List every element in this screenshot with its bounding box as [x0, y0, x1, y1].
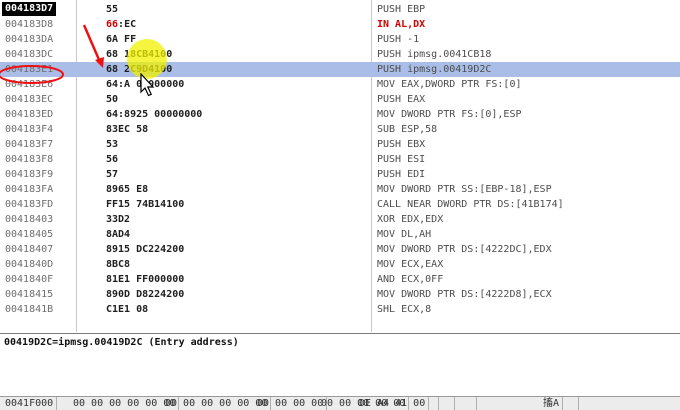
code-row[interactable]: 00418403 33D2 XOR EDX,EDX	[0, 212, 680, 227]
info-pane: 00419D2C=ipmsg.00419D2C (Entry address)	[0, 333, 680, 396]
row-hex-bytes: C1E1 08	[106, 304, 149, 315]
row-address: 004183F9	[5, 169, 54, 180]
row-instruction: PUSH EBX	[377, 139, 426, 150]
row-hex-bytes: 68 18CB4100	[106, 49, 173, 60]
row-address: 00418405	[5, 229, 54, 240]
code-row[interactable]: 004183F8 56 PUSH ESI	[0, 152, 680, 167]
dump-cell	[432, 397, 439, 410]
dump-cell: DE A4 41 00	[356, 397, 430, 410]
row-hex-bytes: 8BC8	[106, 259, 131, 270]
row-address: 0041840D	[5, 259, 54, 270]
info-text: 00419D2C=ipmsg.00419D2C (Entry address)	[4, 337, 239, 348]
row-instruction: MOV DWORD PTR FS:[0],ESP	[377, 109, 522, 120]
row-instruction: PUSH ipmsg.00419D2C	[377, 64, 492, 75]
row-instruction: MOV ECX,EAX	[377, 259, 444, 270]
code-row[interactable]: 004183ED 64:8925 00000000 MOV DWORD PTR FS…	[0, 107, 680, 122]
hex-dump-bar[interactable]: 0041F000 00 00 00 00 00 00 00 00 00 00 00 …	[0, 396, 680, 410]
row-address: 004183D8	[5, 19, 54, 30]
row-hex-bytes: 8AD4	[106, 229, 131, 240]
row-address: 004183D7	[2, 2, 57, 16]
row-hex-prefix: 66	[106, 19, 119, 30]
row-instruction: PUSH EDI	[377, 169, 426, 180]
row-address: 004183DC	[5, 49, 54, 60]
row-hex-bytes: FF15 74B14100	[106, 199, 185, 210]
code-row[interactable]: 00418407 8915 DC224200 MOV DWORD PTR DS:[4…	[0, 242, 680, 257]
row-address: 004183FD	[5, 199, 54, 210]
mouse-pointer-icon	[140, 73, 155, 97]
row-address: 004183F8	[5, 154, 54, 165]
row-instruction: PUSH EAX	[377, 94, 426, 105]
code-row[interactable]: 004183D7 55 PUSH EBP	[0, 2, 680, 17]
row-instruction: PUSH ipmsg.0041CB18	[377, 49, 492, 60]
code-row[interactable]: 004183E1 68 2C9D4100 PUSH ipmsg.00419D2C	[0, 62, 680, 77]
code-row[interactable]: 0041841B C1E1 08 SHL ECX,8	[0, 302, 680, 317]
row-instruction: AND ECX,0FF	[377, 274, 444, 285]
code-row[interactable]: 00418405 8AD4 MOV DL,AH	[0, 227, 680, 242]
row-instruction: CALL NEAR DWORD PTR DS:[41B174]	[377, 199, 564, 210]
row-address: 004183F4	[5, 124, 54, 135]
row-address: 00418407	[5, 244, 54, 255]
row-address: 0041840F	[5, 274, 54, 285]
code-row[interactable]: 004183EC 50 PUSH EAX	[0, 92, 680, 107]
row-hex-bytes: 66:EC	[106, 17, 136, 32]
row-hex-bytes: 50	[106, 94, 119, 105]
row-address: 004183FA	[5, 184, 54, 195]
code-row[interactable]: 004183F9 57 PUSH EDI	[0, 167, 680, 182]
row-instruction: MOV EAX,DWORD PTR FS:[0]	[377, 79, 522, 90]
row-hex-rest: :EC	[118, 19, 137, 30]
disassembly-pane[interactable]: 004183D7 55 PUSH EBP 004183D8 66:EC IN AL,DX 0…	[0, 0, 680, 332]
row-instruction: XOR EDX,EDX	[377, 214, 444, 225]
code-row[interactable]: 004183F7 53 PUSH EBX	[0, 137, 680, 152]
row-instruction: SHL ECX,8	[377, 304, 432, 315]
row-instruction: PUSH -1	[377, 34, 420, 45]
code-row[interactable]: 004183DC 68 18CB4100 PUSH ipmsg.0041CB18	[0, 47, 680, 62]
row-address: 004183ED	[5, 109, 54, 120]
code-row[interactable]: 004183FA 8965 E8 MOV DWORD PTR SS:[EBP-18]…	[0, 182, 680, 197]
row-hex-bytes: 6A FF	[106, 34, 137, 45]
code-row[interactable]: 004183D8 66:EC IN AL,DX	[0, 17, 680, 32]
row-address: 0041841B	[5, 304, 54, 315]
row-instruction: IN AL,DX	[377, 19, 426, 30]
dump-cell	[470, 397, 477, 410]
row-address: 004183E6	[5, 79, 54, 90]
code-row[interactable]: 0041840F 81E1 FF000000 AND ECX,0FF	[0, 272, 680, 287]
row-hex-bytes: 64:8925 00000000	[106, 109, 203, 120]
row-hex-bytes: 33D2	[106, 214, 131, 225]
dump-cell: 搐A	[540, 397, 564, 410]
dump-cell: 00 00 00 00	[254, 397, 328, 410]
row-hex-bytes: 890D D8224200	[106, 289, 185, 300]
dump-cell	[448, 397, 455, 410]
row-address: 004183E1	[5, 64, 54, 75]
row-instruction: PUSH EBP	[377, 4, 426, 15]
row-address: 004183EC	[5, 94, 54, 105]
row-instruction: MOV DL,AH	[377, 229, 432, 240]
row-instruction: SUB ESP,58	[377, 124, 438, 135]
row-address: 00418415	[5, 289, 54, 300]
row-hex-bytes: 81E1 FF000000	[106, 274, 185, 285]
code-row[interactable]: 0041840D 8BC8 MOV ECX,EAX	[0, 257, 680, 272]
row-address: 004183DA	[5, 34, 54, 45]
row-instruction: MOV DWORD PTR DS:[4222D8],ECX	[377, 289, 552, 300]
code-row[interactable]: 004183F4 83EC 58 SUB ESP,58	[0, 122, 680, 137]
code-row[interactable]: 00418415 890D D8224200 MOV DWORD PTR DS:[4…	[0, 287, 680, 302]
row-address: 00418403	[5, 214, 54, 225]
code-row[interactable]: 004183DA 6A FF PUSH -1	[0, 32, 680, 47]
row-hex-bytes: 8915 DC224200	[106, 244, 185, 255]
row-hex-bytes: 55	[106, 4, 119, 15]
code-row[interactable]: 004183E6 64:A 00000000 MOV EAX,DWORD PTR F…	[0, 77, 680, 92]
row-hex-bytes: 56	[106, 154, 119, 165]
code-row[interactable]: 004183FD FF15 74B14100 CALL NEAR DWORD PTR…	[0, 197, 680, 212]
row-hex-bytes: 8965 E8	[106, 184, 149, 195]
row-hex-bytes: 57	[106, 169, 119, 180]
row-address: 004183F7	[5, 139, 54, 150]
row-instruction: MOV DWORD PTR DS:[4222DC],EDX	[377, 244, 552, 255]
row-hex-bytes: 83EC 58	[106, 124, 149, 135]
row-instruction: PUSH ESI	[377, 154, 426, 165]
row-instruction: MOV DWORD PTR SS:[EBP-18],ESP	[377, 184, 552, 195]
dump-cell	[572, 397, 579, 410]
dump-address: 0041F000	[2, 397, 58, 410]
row-hex-bytes: 53	[106, 139, 119, 150]
